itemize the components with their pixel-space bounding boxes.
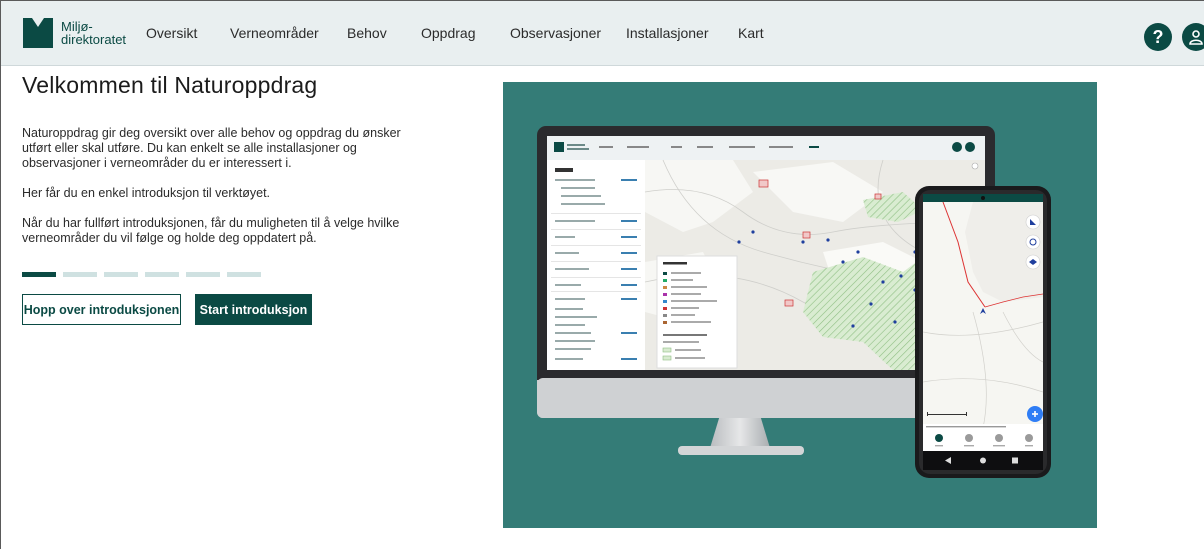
intro-paragraph-3: Når du har fullført introduksjonen, får … bbox=[22, 216, 400, 245]
step-6[interactable] bbox=[227, 272, 261, 277]
nav-behov[interactable]: Behov bbox=[347, 25, 387, 41]
intro-illustration bbox=[503, 82, 1097, 528]
intro-step-indicator bbox=[22, 272, 261, 277]
step-5[interactable] bbox=[186, 272, 220, 277]
help-icon: ? bbox=[1152, 26, 1164, 47]
logo-link[interactable]: Miljø- direktoratet bbox=[23, 18, 126, 48]
intro-paragraph-1: Naturoppdrag gir deg oversikt over alle … bbox=[22, 126, 401, 170]
nav-oversikt[interactable]: Oversikt bbox=[146, 25, 197, 41]
step-4[interactable] bbox=[145, 272, 179, 277]
logo-text: Miljø- direktoratet bbox=[61, 20, 126, 46]
nav-observasjoner[interactable]: Observasjoner bbox=[510, 25, 601, 41]
top-header: Miljø- direktoratet Oversikt Verneområde… bbox=[1, 1, 1204, 66]
intro-paragraph-2: Her får du en enkel introduksjon til ver… bbox=[22, 186, 271, 200]
skip-intro-button[interactable]: Hopp over introduksjonen bbox=[22, 294, 181, 325]
user-icon bbox=[1189, 30, 1203, 45]
step-3[interactable] bbox=[104, 272, 138, 277]
step-2[interactable] bbox=[63, 272, 97, 277]
logo-line-2: direktoratet bbox=[61, 32, 127, 47]
nav-kart[interactable]: Kart bbox=[738, 25, 764, 41]
start-intro-button[interactable]: Start introduksjon bbox=[195, 294, 312, 325]
page-title: Velkommen til Naturoppdrag bbox=[22, 72, 318, 98]
devices-illustration bbox=[537, 126, 1051, 478]
user-button[interactable] bbox=[1182, 23, 1204, 51]
step-1[interactable] bbox=[22, 272, 56, 277]
nav-oppdrag[interactable]: Oppdrag bbox=[421, 25, 475, 41]
help-button[interactable]: ? bbox=[1144, 23, 1172, 51]
nav-verneomrader[interactable]: Verneområder bbox=[230, 25, 319, 41]
nav-installasjoner[interactable]: Installasjoner bbox=[626, 25, 709, 41]
miljodirektoratet-logo-icon bbox=[23, 18, 53, 48]
